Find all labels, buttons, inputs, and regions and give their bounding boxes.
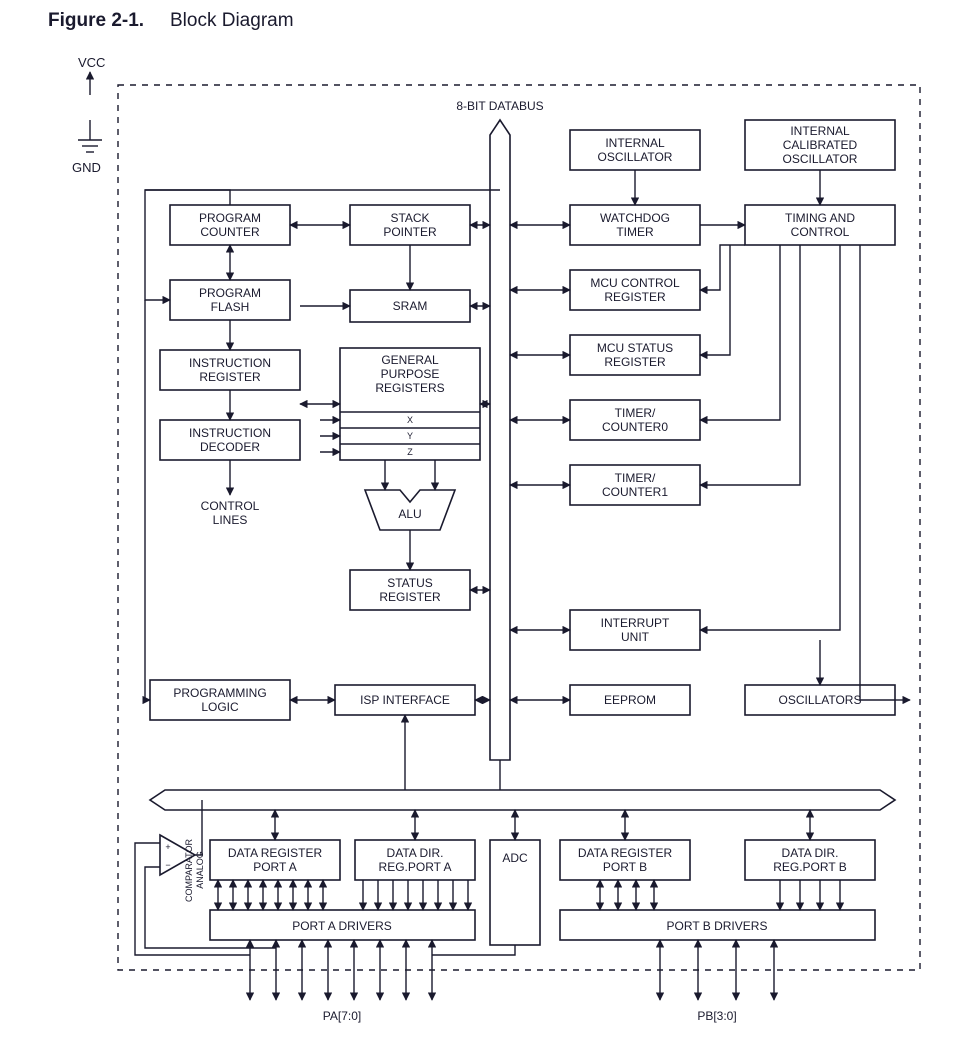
- block-programming-logic-l2: LOGIC: [201, 700, 239, 714]
- block-ddr-pa-l1: DATA DIR.: [387, 846, 444, 860]
- pb-label: PB[3:0]: [697, 1009, 736, 1023]
- block-adc: ADC: [502, 851, 528, 865]
- comp-plus: +: [165, 842, 170, 852]
- block-tc0-l2: COUNTER0: [602, 420, 668, 434]
- block-data-reg-pa-l2: PORT A: [253, 860, 297, 874]
- block-tc1-l1: TIMER/: [615, 471, 656, 485]
- block-mcu-status-l1: MCU STATUS: [597, 341, 673, 355]
- block-program-flash-l2: FLASH: [211, 300, 250, 314]
- block-ddr-pa-l2: REG.PORT A: [379, 860, 452, 874]
- block-data-reg-pb-l2: PORT B: [603, 860, 647, 874]
- gpr-z: Z: [407, 447, 413, 457]
- comp-minus: −: [165, 860, 170, 870]
- databus-label: 8-BIT DATABUS: [456, 99, 543, 113]
- block-eeprom: EEPROM: [604, 693, 656, 707]
- control-lines-l1: CONTROL: [201, 499, 260, 513]
- block-data-reg-pb-l1: DATA REGISTER: [578, 846, 673, 860]
- block-mcu-ctrl-l1: MCU CONTROL: [590, 276, 680, 290]
- block-mcu-status-l2: REGISTER: [604, 355, 666, 369]
- analog-comp-l2: COMPARATOR: [184, 838, 194, 902]
- block-status-register-l2: REGISTER: [379, 590, 441, 604]
- block-sram: SRAM: [393, 299, 428, 313]
- block-stack-pointer-l2: POINTER: [383, 225, 437, 239]
- block-alu: ALU: [398, 507, 421, 521]
- block-diagram-svg: 8-BIT DATABUS PROGRAM COUNTER PROGRAM FL…: [0, 0, 976, 1060]
- block-ddr-pb-l1: DATA DIR.: [782, 846, 839, 860]
- block-isp: ISP INTERFACE: [360, 693, 450, 707]
- block-status-register-l1: STATUS: [387, 576, 433, 590]
- block-gpr-l2: PURPOSE: [381, 367, 440, 381]
- block-ddr-pb-l2: REG.PORT B: [773, 860, 847, 874]
- block-porta-drivers: PORT A DRIVERS: [292, 919, 392, 933]
- block-stack-pointer-l1: STACK: [390, 211, 429, 225]
- block-instruction-register-l1: INSTRUCTION: [189, 356, 271, 370]
- block-cal-osc-l3: OSCILLATOR: [783, 152, 858, 166]
- portb-bus-arrows: [600, 880, 840, 910]
- analog-comp-l1: ANALOG: [195, 851, 205, 889]
- pa-label: PA[7:0]: [323, 1009, 361, 1023]
- block-gpr-l3: REGISTERS: [375, 381, 444, 395]
- block-data-reg-pa-l1: DATA REGISTER: [228, 846, 323, 860]
- block-programming-logic-l1: PROGRAMMING: [173, 686, 266, 700]
- block-portb-drivers: PORT B DRIVERS: [667, 919, 768, 933]
- block-internal-osc-l2: OSCILLATOR: [598, 150, 673, 164]
- block-oscillators: OSCILLATORS: [779, 693, 862, 707]
- block-internal-osc-l1: INTERNAL: [605, 136, 665, 150]
- gpr-x: X: [407, 415, 413, 425]
- block-mcu-ctrl-l2: REGISTER: [604, 290, 666, 304]
- block-program-flash-l1: PROGRAM: [199, 286, 261, 300]
- block-interrupt-l1: INTERRUPT: [601, 616, 670, 630]
- block-gpr-l1: GENERAL: [381, 353, 439, 367]
- gpr-y: Y: [407, 431, 413, 441]
- porta-bus-arrows: [218, 880, 468, 910]
- block-instruction-decoder-l1: INSTRUCTION: [189, 426, 271, 440]
- block-instruction-decoder-l2: DECODER: [200, 440, 260, 454]
- block-watchdog-l2: TIMER: [616, 225, 654, 239]
- block-program-counter-l1: PROGRAM: [199, 211, 261, 225]
- block-timing-l1: TIMING AND: [785, 211, 855, 225]
- block-timing-l2: CONTROL: [791, 225, 850, 239]
- block-tc1-l2: COUNTER1: [602, 485, 668, 499]
- block-cal-osc-l1: INTERNAL: [790, 124, 850, 138]
- block-cal-osc-l2: CALIBRATED: [783, 138, 858, 152]
- control-lines-l2: LINES: [213, 513, 248, 527]
- block-watchdog-l1: WATCHDOG: [600, 211, 670, 225]
- block-program-counter-l2: COUNTER: [200, 225, 260, 239]
- block-instruction-register-l2: REGISTER: [199, 370, 261, 384]
- block-tc0-l1: TIMER/: [615, 406, 656, 420]
- block-interrupt-l2: UNIT: [621, 630, 650, 644]
